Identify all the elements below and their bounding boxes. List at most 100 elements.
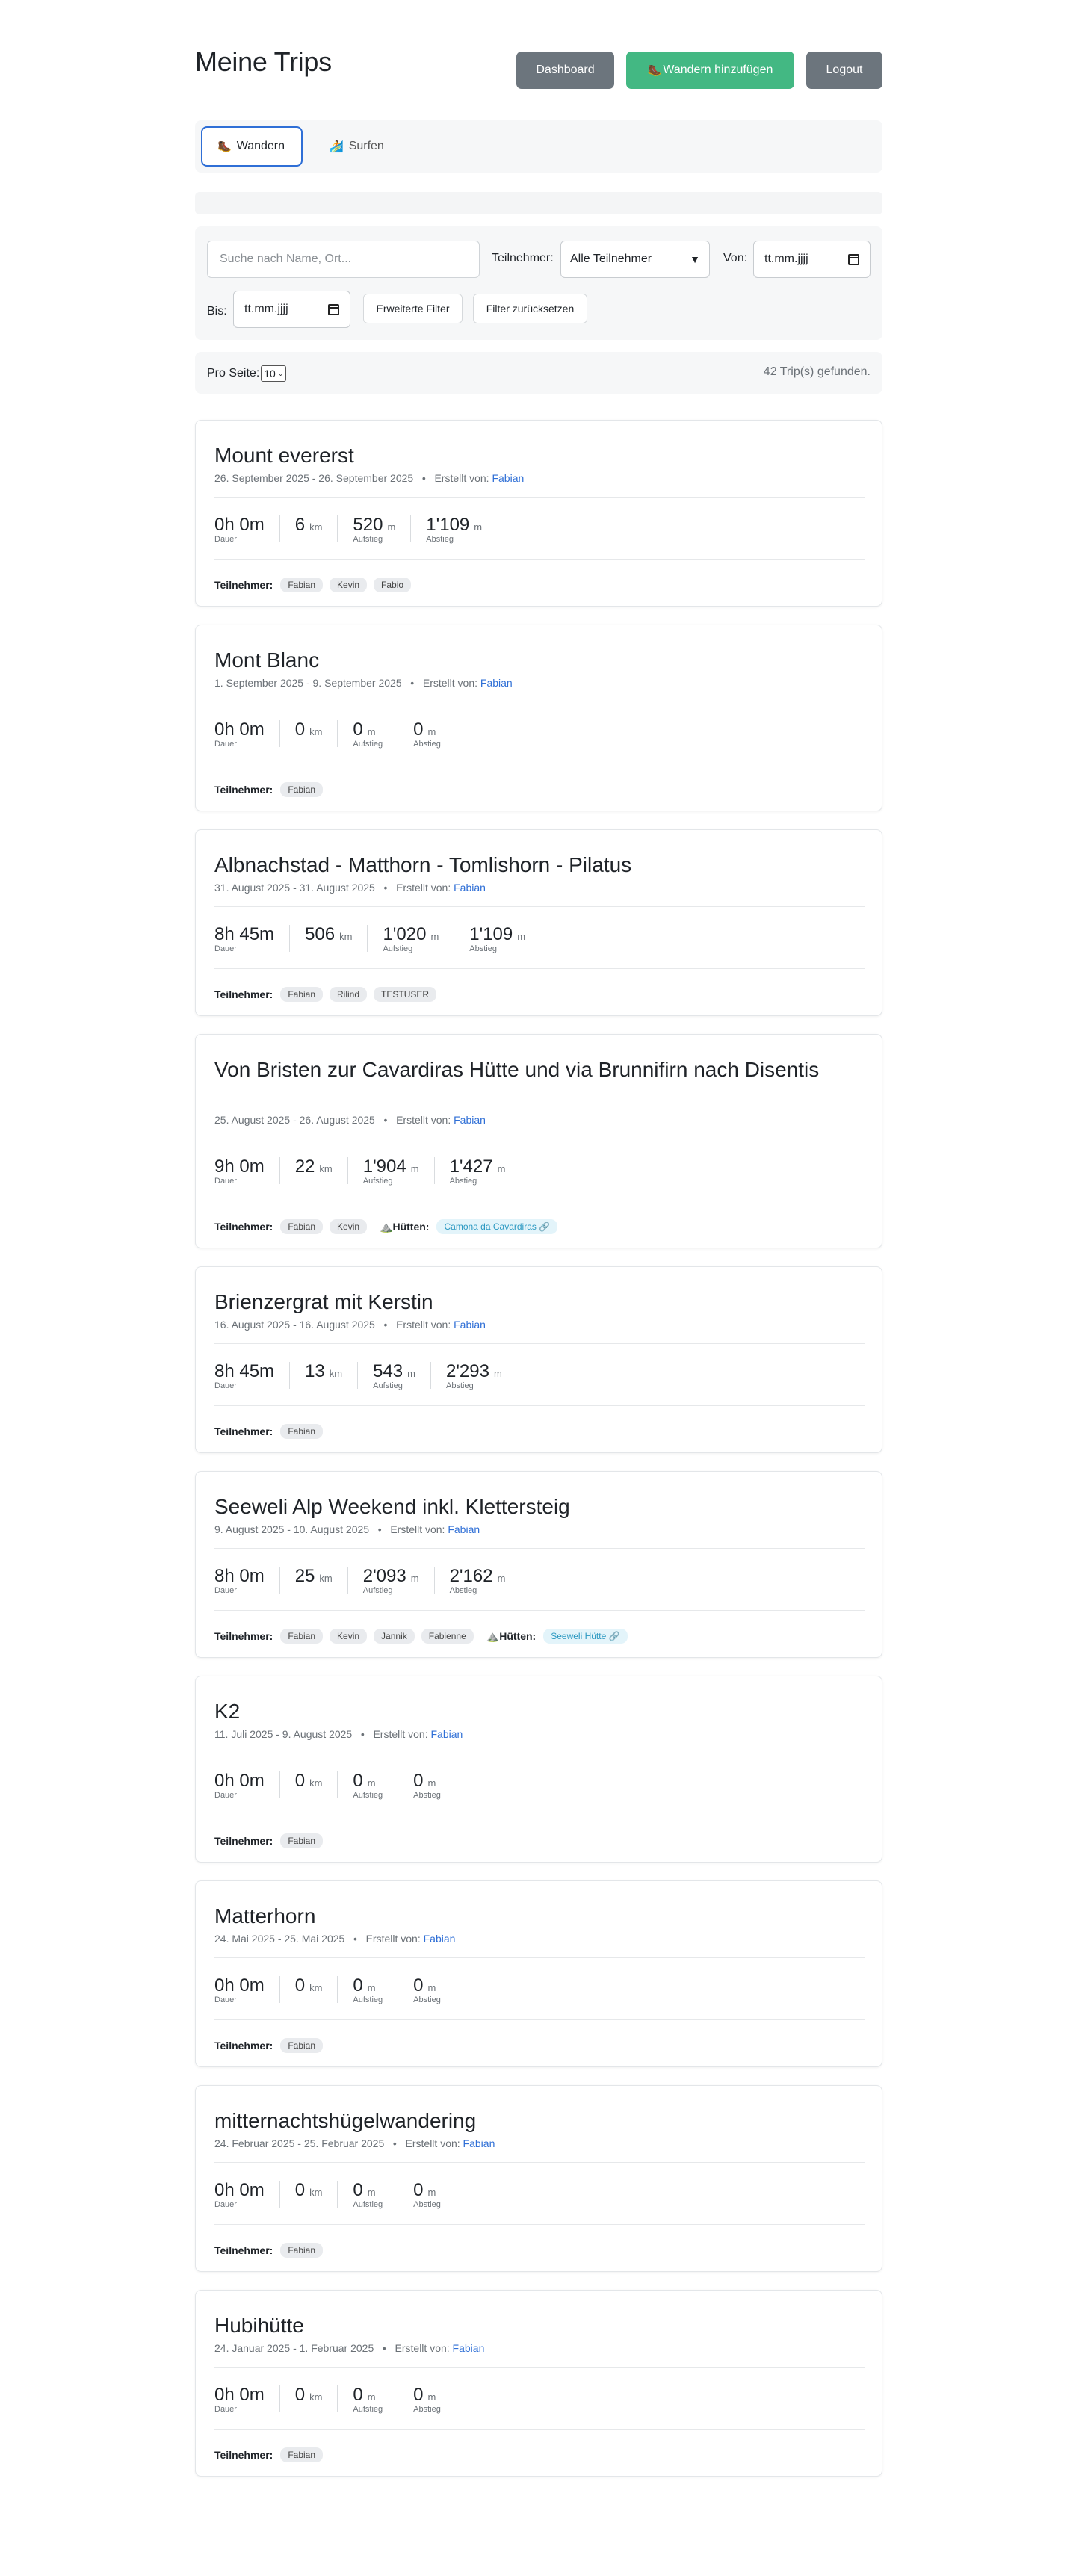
ascent-unit: m — [410, 1163, 419, 1174]
divider — [214, 906, 865, 907]
duration-value: 8h 45m — [214, 924, 275, 944]
to-date-input[interactable]: tt.mm.jjjj — [233, 291, 350, 328]
caret-down-icon: ▼ — [690, 253, 700, 265]
descent-unit: m — [517, 931, 526, 942]
descent-stat: 1'109 m Abstieg — [469, 925, 540, 954]
trip-dates: 31. August 2025 - 31. August 2025 — [214, 882, 375, 894]
advanced-filter-button[interactable]: Erweiterte Filter — [363, 294, 463, 323]
distance-value: 0 — [294, 719, 306, 740]
trip-card[interactable]: Seeweli Alp Weekend inkl. Klettersteig 9… — [195, 1471, 882, 1658]
trip-title[interactable]: Von Bristen zur Cavardiras Hütte und via… — [214, 1056, 857, 1083]
distance-unit: km — [309, 521, 323, 533]
author-link[interactable]: Fabian — [431, 1728, 463, 1740]
to-label: Bis: — [207, 305, 227, 318]
trip-card[interactable]: Matterhorn 24. Mai 2025 - 25. Mai 2025 •… — [195, 1880, 882, 2067]
descent-unit: m — [474, 521, 483, 533]
created-by-label: Erstellt von: — [396, 1319, 451, 1331]
divider — [214, 968, 865, 969]
trip-card[interactable]: Hubihütte 24. Januar 2025 - 1. Februar 2… — [195, 2290, 882, 2477]
participants-select-value: Alle Teilnehmer — [570, 253, 652, 265]
calendar-icon[interactable] — [328, 303, 339, 315]
participants-row: Teilnehmer: Fabian — [214, 2243, 330, 2258]
per-page-select[interactable]: 10 ⌄ — [261, 365, 287, 382]
participants-label: Teilnehmer: — [214, 1425, 273, 1437]
author-link[interactable]: Fabian — [454, 1319, 486, 1331]
hut-link[interactable]: Camona da Cavardiras 🔗 — [436, 1219, 558, 1234]
trip-title[interactable]: Mount evererst — [214, 442, 857, 469]
ascent-label: Aufstieg — [383, 944, 413, 953]
dashboard-button[interactable]: Dashboard — [516, 52, 614, 89]
reset-filter-button[interactable]: Filter zurücksetzen — [473, 294, 587, 323]
author-link[interactable]: Fabian — [453, 2342, 485, 2354]
descent-unit: m — [427, 2187, 436, 2198]
participants-label: Teilnehmer: — [214, 1630, 273, 1642]
trip-title[interactable]: Matterhorn — [214, 1902, 857, 1930]
participant-chip: Fabian — [280, 1219, 324, 1234]
calendar-icon[interactable] — [848, 253, 859, 265]
author-link[interactable]: Fabian — [448, 1523, 480, 1535]
created-by-label: Erstellt von: — [422, 677, 477, 689]
trip-card[interactable]: Mount evererst 26. September 2025 - 26. … — [195, 420, 882, 607]
ascent-unit: m — [407, 1368, 415, 1379]
filter-panel: Suche nach Name, Ort... Teilnehmer: Alle… — [195, 226, 882, 340]
trip-meta: 11. Juli 2025 - 9. August 2025 • Erstell… — [214, 1728, 463, 1740]
trip-title[interactable]: Hubihütte — [214, 2312, 857, 2339]
author-link[interactable]: Fabian — [424, 1933, 456, 1945]
participants-label: Teilnehmer: — [214, 2449, 273, 2461]
author-link[interactable]: Fabian — [480, 677, 513, 689]
trip-card[interactable]: Albnachstad - Matthorn - Tomlishorn - Pi… — [195, 829, 882, 1016]
divider — [214, 1343, 865, 1344]
trip-title[interactable]: K2 — [214, 1697, 857, 1725]
divider — [214, 1610, 865, 1611]
participants-select[interactable]: Alle Teilnehmer ▼ — [560, 241, 710, 278]
meta-separator: • — [377, 882, 394, 894]
logout-button[interactable]: Logout — [806, 52, 882, 89]
hiking-boot-icon: 🥾 — [217, 140, 232, 153]
trip-title[interactable]: Brienzergrat mit Kerstin — [214, 1288, 857, 1316]
descent-unit: m — [427, 726, 436, 737]
divider — [214, 2224, 865, 2225]
tab-surfen[interactable]: 🏄 Surfen — [315, 126, 404, 167]
search-input[interactable]: Suche nach Name, Ort... — [207, 241, 480, 278]
descent-stat: 1'427 m Abstieg — [450, 1157, 521, 1186]
chevron-down-icon: ⌄ — [277, 369, 284, 377]
descent-stat: 0m Abstieg — [413, 2385, 456, 2415]
author-link[interactable]: Fabian — [492, 472, 524, 484]
ascent-stat: 0m Aufstieg — [353, 1975, 399, 2004]
tab-wandern[interactable]: 🥾 Wandern — [201, 126, 303, 167]
from-date-input[interactable]: tt.mm.jjjj — [753, 241, 871, 278]
author-link[interactable]: Fabian — [454, 1114, 486, 1126]
ascent-value: 520 — [353, 515, 383, 535]
trip-title[interactable]: Albnachstad - Matthorn - Tomlishorn - Pi… — [214, 851, 857, 879]
author-link[interactable]: Fabian — [454, 882, 486, 894]
trip-dates: 24. Februar 2025 - 25. Februar 2025 — [214, 2137, 385, 2149]
trip-card[interactable]: Von Bristen zur Cavardiras Hütte und via… — [195, 1034, 882, 1248]
trip-card[interactable]: K2 11. Juli 2025 - 9. August 2025 • Erst… — [195, 1676, 882, 1863]
descent-value: 0 — [413, 2180, 424, 2200]
ascent-label: Aufstieg — [353, 2200, 383, 2209]
divider — [214, 2162, 865, 2163]
descent-value: 2'162 — [449, 1566, 493, 1586]
huts-label: ⛰️Hütten: — [380, 1221, 429, 1233]
created-by-label: Erstellt von: — [390, 1523, 445, 1535]
add-hike-button[interactable]: 🥾 Wandern hinzufügen — [626, 52, 794, 89]
distance-unit: km — [339, 931, 353, 942]
descent-value: 2'293 — [446, 1361, 489, 1381]
hut-link[interactable]: Seeweli Hütte 🔗 — [543, 1629, 628, 1644]
ascent-value: 543 — [373, 1361, 404, 1381]
distance-unit: km — [309, 2391, 323, 2403]
trip-title[interactable]: Seeweli Alp Weekend inkl. Klettersteig — [214, 1493, 857, 1520]
trip-card[interactable]: mitternachtshügelwandering 24. Februar 2… — [195, 2085, 882, 2272]
descent-label: Abstieg — [449, 1586, 477, 1595]
per-page-control: Pro Seite: 10 ⌄ — [207, 365, 287, 382]
trip-title[interactable]: mitternachtshügelwandering — [214, 2107, 857, 2134]
trip-title[interactable]: Mont Blanc — [214, 646, 857, 674]
ascent-stat: 1'020 m Aufstieg — [383, 925, 455, 953]
trip-card[interactable]: Brienzergrat mit Kerstin 16. August 2025… — [195, 1266, 882, 1453]
duration-stat: 9h 0m Dauer — [214, 1157, 280, 1186]
author-link[interactable]: Fabian — [463, 2137, 495, 2149]
trip-card[interactable]: Mont Blanc 1. September 2025 - 9. Septem… — [195, 625, 882, 811]
created-by-label: Erstellt von: — [396, 882, 451, 894]
trip-dates: 1. September 2025 - 9. September 2025 — [214, 677, 402, 689]
ascent-value: 0 — [353, 1975, 363, 1996]
